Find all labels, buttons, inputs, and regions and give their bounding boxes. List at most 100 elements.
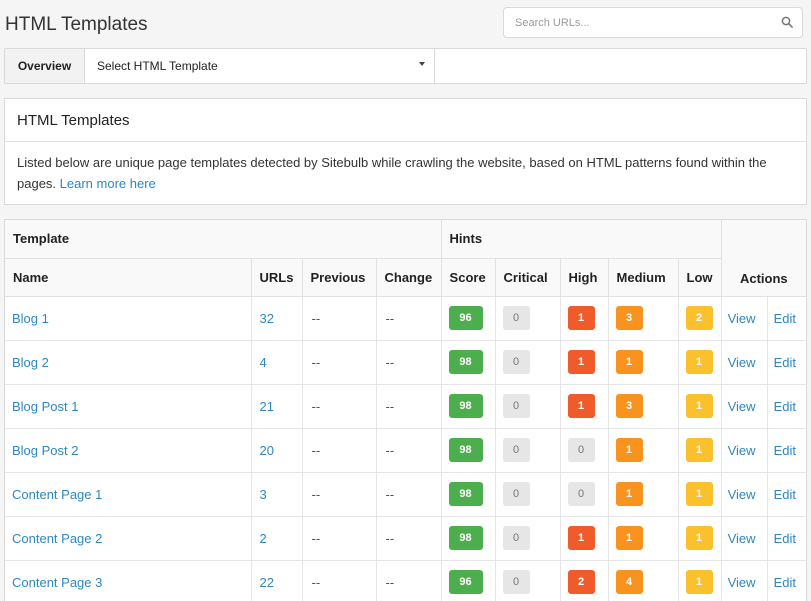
low-badge: 1 (685, 438, 713, 462)
high-badge: 1 (567, 350, 595, 374)
templates-table-panel: Template Hints Actions Name URLs Previou… (4, 219, 807, 601)
table-row: Blog 1 32 -- -- 96 0 1 3 2 View Edit (5, 296, 806, 341)
info-description: Listed below are unique page templates d… (5, 142, 806, 204)
search-box[interactable] (503, 7, 803, 38)
group-header-template: Template (5, 220, 442, 259)
template-select[interactable]: Select HTML Template (85, 49, 435, 83)
low-badge: 1 (685, 482, 713, 506)
info-title: HTML Templates (5, 99, 806, 142)
medium-badge: 1 (615, 526, 643, 550)
low-badge: 1 (685, 526, 713, 550)
score-badge: 98 (448, 482, 483, 506)
tab-overview[interactable]: Overview (5, 49, 85, 83)
column-header-name[interactable]: Name (5, 258, 252, 297)
urls-count-link[interactable]: 3 (260, 487, 267, 502)
edit-link[interactable]: Edit (774, 443, 796, 458)
medium-badge: 1 (615, 482, 643, 506)
search-input[interactable] (504, 8, 764, 37)
template-name-link[interactable]: Content Page 2 (12, 531, 102, 546)
medium-badge: 1 (615, 438, 643, 462)
medium-badge: 1 (615, 350, 643, 374)
low-badge: 1 (685, 350, 713, 374)
change-value: -- (376, 560, 442, 601)
medium-badge: 3 (615, 306, 643, 330)
info-panel: HTML Templates Listed below are unique p… (4, 98, 807, 205)
column-header-urls[interactable]: URLs (251, 258, 303, 297)
urls-count-link[interactable]: 21 (260, 399, 274, 414)
edit-link[interactable]: Edit (774, 487, 796, 502)
score-badge: 98 (448, 350, 483, 374)
high-badge: 1 (567, 306, 595, 330)
critical-badge: 0 (502, 570, 530, 594)
toolbar: Overview Select HTML Template (4, 48, 807, 84)
previous-value: -- (302, 384, 377, 429)
column-header-previous[interactable]: Previous (302, 258, 377, 297)
previous-value: -- (302, 340, 377, 385)
low-badge: 1 (685, 570, 713, 594)
change-value: -- (376, 516, 442, 561)
table-row: Content Page 2 2 -- -- 98 0 1 1 1 View E… (5, 516, 806, 561)
urls-count-link[interactable]: 2 (260, 531, 267, 546)
table-row: Blog Post 1 21 -- -- 98 0 1 3 1 View Edi… (5, 384, 806, 429)
view-link[interactable]: View (728, 575, 756, 590)
low-badge: 2 (685, 306, 713, 330)
table-row: Blog 2 4 -- -- 98 0 1 1 1 View Edit (5, 340, 806, 385)
high-badge: 0 (567, 438, 595, 462)
column-header-low[interactable]: Low (678, 258, 722, 297)
view-link[interactable]: View (728, 487, 756, 502)
previous-value: -- (302, 560, 377, 601)
change-value: -- (376, 472, 442, 517)
column-header-high[interactable]: High (560, 258, 609, 297)
previous-value: -- (302, 296, 377, 341)
edit-link[interactable]: Edit (774, 311, 796, 326)
templates-table: Template Hints Actions Name URLs Previou… (5, 220, 806, 601)
view-link[interactable]: View (728, 531, 756, 546)
column-header-change[interactable]: Change (376, 258, 442, 297)
column-header-score[interactable]: Score (441, 258, 496, 297)
template-name-link[interactable]: Content Page 1 (12, 487, 102, 502)
score-badge: 98 (448, 394, 483, 418)
high-badge: 2 (567, 570, 595, 594)
group-header-actions: Actions (721, 220, 806, 297)
change-value: -- (376, 340, 442, 385)
high-badge: 1 (567, 394, 595, 418)
change-value: -- (376, 296, 442, 341)
template-name-link[interactable]: Blog Post 2 (12, 443, 79, 458)
edit-link[interactable]: Edit (774, 531, 796, 546)
template-name-link[interactable]: Blog 1 (12, 311, 49, 326)
caret-down-icon (419, 62, 425, 66)
table-row: Blog Post 2 20 -- -- 98 0 0 1 1 View Edi… (5, 428, 806, 473)
critical-badge: 0 (502, 526, 530, 550)
critical-badge: 0 (502, 306, 530, 330)
search-icon[interactable] (781, 16, 793, 28)
edit-link[interactable]: Edit (774, 355, 796, 370)
view-link[interactable]: View (728, 355, 756, 370)
template-name-link[interactable]: Blog 2 (12, 355, 49, 370)
change-value: -- (376, 384, 442, 429)
view-link[interactable]: View (728, 399, 756, 414)
urls-count-link[interactable]: 22 (260, 575, 274, 590)
medium-badge: 3 (615, 394, 643, 418)
change-value: -- (376, 428, 442, 473)
column-header-medium[interactable]: Medium (608, 258, 679, 297)
template-name-link[interactable]: Blog Post 1 (12, 399, 79, 414)
column-header-critical[interactable]: Critical (495, 258, 561, 297)
previous-value: -- (302, 472, 377, 517)
template-name-link[interactable]: Content Page 3 (12, 575, 102, 590)
edit-link[interactable]: Edit (774, 575, 796, 590)
critical-badge: 0 (502, 394, 530, 418)
view-link[interactable]: View (728, 311, 756, 326)
urls-count-link[interactable]: 4 (260, 355, 267, 370)
learn-more-link[interactable]: Learn more here (60, 176, 156, 191)
score-badge: 98 (448, 438, 483, 462)
urls-count-link[interactable]: 20 (260, 443, 274, 458)
critical-badge: 0 (502, 438, 530, 462)
previous-value: -- (302, 428, 377, 473)
edit-link[interactable]: Edit (774, 399, 796, 414)
score-badge: 96 (448, 570, 483, 594)
medium-badge: 4 (615, 570, 643, 594)
view-link[interactable]: View (728, 443, 756, 458)
score-badge: 98 (448, 526, 483, 550)
urls-count-link[interactable]: 32 (260, 311, 274, 326)
high-badge: 0 (567, 482, 595, 506)
